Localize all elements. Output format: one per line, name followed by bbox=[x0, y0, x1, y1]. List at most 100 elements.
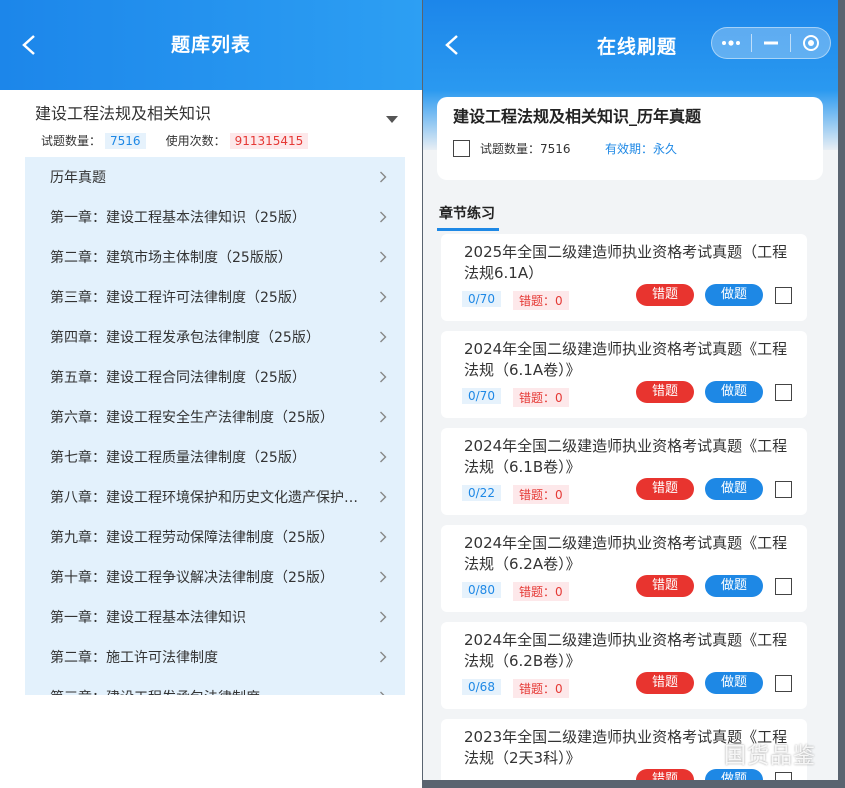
do-questions-button[interactable]: 做题 bbox=[705, 769, 763, 780]
chapter-label: 第三章：建设工程发承包法律制度 bbox=[50, 687, 260, 695]
chapter-item[interactable]: 第九章：建设工程劳动保障法律制度（25版） bbox=[25, 517, 405, 557]
target-circle-icon bbox=[802, 35, 819, 51]
subject-meta: 试题数量： 7516 使用次数： 911315415 bbox=[35, 132, 422, 149]
subject-selector[interactable]: 建设工程法规及相关知识 试题数量： 7516 使用次数： 911315415 bbox=[0, 90, 422, 156]
chevron-right-icon bbox=[379, 411, 387, 423]
chevron-right-icon bbox=[379, 451, 387, 463]
wrong-count-badge: 错题：0 bbox=[513, 582, 569, 601]
minus-icon bbox=[764, 41, 778, 45]
select-checkbox[interactable] bbox=[775, 287, 792, 304]
chapter-label: 第三章：建设工程许可法律制度（25版） bbox=[50, 290, 306, 306]
chapter-label: 第二章：建筑市场主体制度（25版版） bbox=[50, 250, 292, 266]
tab-underline bbox=[437, 228, 499, 231]
chapter-label: 第二章：施工许可法律制度 bbox=[50, 650, 218, 666]
more-button[interactable] bbox=[712, 28, 751, 58]
chapter-item[interactable]: 第二章：建筑市场主体制度（25版版） bbox=[25, 237, 405, 277]
wrong-count-badge: 错题：0 bbox=[513, 388, 569, 407]
chevron-right-icon bbox=[379, 171, 387, 183]
chapter-item[interactable]: 第三章：建设工程许可法律制度（25版） bbox=[25, 277, 405, 317]
question-set-title: 2024年全国二级建造师执业资格考试真题《工程法规（6.1B卷）》 bbox=[464, 437, 788, 476]
left-header: 题库列表 bbox=[0, 0, 422, 90]
chevron-right-icon bbox=[379, 651, 387, 663]
chapter-item[interactable]: 第四章：建设工程发承包法律制度（25版） bbox=[25, 317, 405, 357]
select-checkbox[interactable] bbox=[775, 675, 792, 692]
miniprogram-capsule bbox=[711, 27, 831, 59]
chevron-right-icon bbox=[379, 291, 387, 303]
progress-badge: 0/68 bbox=[462, 679, 501, 695]
watermark: 国货品鉴 bbox=[724, 744, 817, 769]
wrong-questions-button[interactable]: 错题 bbox=[636, 672, 694, 694]
wrong-count-badge: 错题：0 bbox=[513, 485, 569, 504]
select-checkbox[interactable] bbox=[775, 384, 792, 401]
question-set-item: 2024年全国二级建造师执业资格考试真题《工程法规（6.2B卷）》 0/68 错题：… bbox=[441, 622, 807, 709]
usage-badge: 911315415 bbox=[229, 132, 309, 149]
close-button[interactable] bbox=[791, 28, 830, 58]
chapter-label: 第五章：建设工程合同法律制度（25版） bbox=[50, 370, 306, 386]
do-questions-button[interactable]: 做题 bbox=[705, 381, 763, 403]
chapter-item[interactable]: 第七章：建设工程质量法律制度（25版） bbox=[25, 437, 405, 477]
question-set-title: 2025年全国二级建造师执业资格考试真题（工程法规6.1A） bbox=[464, 243, 788, 282]
minimize-button[interactable] bbox=[752, 28, 791, 58]
chevron-right-icon bbox=[379, 611, 387, 623]
chapter-item[interactable]: 第八章：建设工程环境保护和历史文化遗产保护法... bbox=[25, 477, 405, 517]
question-set-title: 2024年全国二级建造师执业资格考试真题《工程法规（6.1A卷）》 bbox=[464, 340, 788, 379]
progress-badge: 0/70 bbox=[462, 388, 501, 404]
question-set-item: 2024年全国二级建造师执业资格考试真题《工程法规（6.2A卷）》 0/80 错题：… bbox=[441, 525, 807, 612]
caret-down-icon[interactable] bbox=[386, 116, 398, 123]
online-practice-panel: 在线刷题 建设工程法规及相关知识_历年真题 试题数量：7516 有效期：永久 章… bbox=[423, 0, 838, 780]
wrong-questions-button[interactable]: 错题 bbox=[636, 769, 694, 780]
wrong-questions-button[interactable]: 错题 bbox=[636, 478, 694, 500]
chapter-item[interactable]: 历年真题 bbox=[25, 157, 405, 197]
question-set-item: 2024年全国二级建造师执业资格考试真题《工程法规（6.1A卷）》 0/70 错题：… bbox=[441, 331, 807, 418]
chapter-item[interactable]: 第六章：建设工程安全生产法律制度（25版） bbox=[25, 397, 405, 437]
chapter-item[interactable]: 第十章：建设工程争议解决法律制度（25版） bbox=[25, 557, 405, 597]
bank-title: 建设工程法规及相关知识_历年真题 bbox=[453, 107, 702, 126]
wrong-count-badge: 错题：0 bbox=[513, 291, 569, 310]
chapter-label: 第七章：建设工程质量法律制度（25版） bbox=[50, 450, 306, 466]
count-badge: 7516 bbox=[105, 132, 146, 149]
chapter-item[interactable]: 第一章：建设工程基本法律知识（25版） bbox=[25, 197, 405, 237]
chapter-item[interactable]: 第五章：建设工程合同法律制度（25版） bbox=[25, 357, 405, 397]
chevron-right-icon bbox=[379, 371, 387, 383]
chapter-item[interactable]: 第二章：施工许可法律制度 bbox=[25, 637, 405, 677]
wrong-count-badge: 错题：0 bbox=[513, 679, 569, 698]
chapter-item[interactable]: 第三章：建设工程发承包法律制度 bbox=[25, 677, 405, 695]
select-all-checkbox[interactable] bbox=[453, 140, 470, 157]
chapter-label: 第九章：建设工程劳动保障法律制度（25版） bbox=[50, 530, 334, 546]
chevron-right-icon bbox=[379, 571, 387, 583]
chapter-label: 第一章：建设工程基本法律知识 bbox=[50, 610, 246, 626]
wrong-questions-button[interactable]: 错题 bbox=[636, 575, 694, 597]
chevron-right-icon bbox=[379, 491, 387, 503]
progress-badge: 0/70 bbox=[462, 291, 501, 307]
question-set-title: 2024年全国二级建造师执业资格考试真题《工程法规（6.2B卷）》 bbox=[464, 631, 788, 670]
chapter-label: 历年真题 bbox=[50, 170, 106, 186]
chapter-list: 历年真题第一章：建设工程基本法律知识（25版） 第二章：建筑市场主体制度（25版版… bbox=[25, 157, 405, 695]
chevron-right-icon bbox=[379, 331, 387, 343]
tab-chapter-practice[interactable]: 章节练习 bbox=[439, 203, 495, 223]
bank-info-card: 建设工程法规及相关知识_历年真题 试题数量：7516 有效期：永久 bbox=[437, 97, 823, 180]
select-checkbox[interactable] bbox=[775, 578, 792, 595]
question-set-title: 2024年全国二级建造师执业资格考试真题《工程法规（6.2A卷）》 bbox=[464, 534, 788, 573]
chapter-item[interactable]: 第一章：建设工程基本法律知识 bbox=[25, 597, 405, 637]
select-checkbox[interactable] bbox=[775, 481, 792, 498]
question-set-item: 2025年全国二级建造师执业资格考试真题（工程法规6.1A） 0/70 错题：0 错题… bbox=[441, 234, 807, 321]
select-checkbox[interactable] bbox=[775, 772, 792, 780]
progress-badge: 0/80 bbox=[462, 582, 501, 598]
chevron-right-icon bbox=[379, 251, 387, 263]
chapter-label: 第六章：建设工程安全生产法律制度（25版） bbox=[50, 410, 334, 426]
do-questions-button[interactable]: 做题 bbox=[705, 478, 763, 500]
chapter-label: 第十章：建设工程争议解决法律制度（25版） bbox=[50, 570, 334, 586]
question-count: 试题数量：7516 bbox=[480, 142, 571, 156]
progress-badge: 0/22 bbox=[462, 485, 501, 501]
wrong-questions-button[interactable]: 错题 bbox=[636, 284, 694, 306]
do-questions-button[interactable]: 做题 bbox=[705, 575, 763, 597]
validity-period: 有效期：永久 bbox=[605, 142, 678, 156]
chapter-label: 第四章：建设工程发承包法律制度（25版） bbox=[50, 330, 320, 346]
question-set-list: 2025年全国二级建造师执业资格考试真题（工程法规6.1A） 0/70 错题：0 错题… bbox=[441, 234, 807, 780]
wrong-questions-button[interactable]: 错题 bbox=[636, 381, 694, 403]
more-dots-icon bbox=[722, 40, 741, 46]
do-questions-button[interactable]: 做题 bbox=[705, 672, 763, 694]
do-questions-button[interactable]: 做题 bbox=[705, 284, 763, 306]
question-bank-list-panel: 题库列表 建设工程法规及相关知识 试题数量： 7516 使用次数： 911315… bbox=[0, 0, 422, 788]
subject-name: 建设工程法规及相关知识 bbox=[35, 104, 212, 123]
